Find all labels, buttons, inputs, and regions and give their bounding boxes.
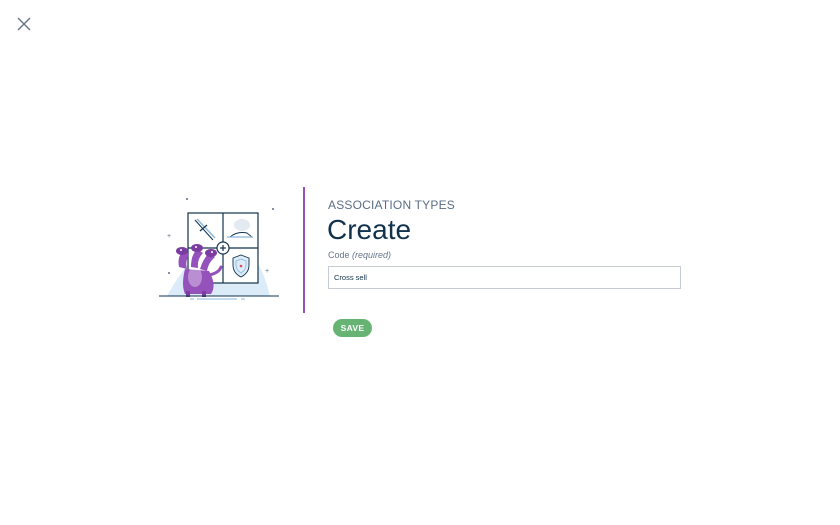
code-field-label: Code (required)	[328, 250, 391, 260]
code-input[interactable]	[328, 266, 681, 289]
association-types-illustration: + +	[159, 198, 279, 300]
save-button[interactable]: SAVE	[333, 319, 372, 337]
page-title: Create	[327, 214, 412, 245]
close-icon[interactable]	[15, 15, 33, 33]
svg-text:+: +	[265, 268, 269, 275]
vertical-divider	[303, 187, 305, 313]
svg-text:+: +	[167, 233, 171, 240]
code-label-text: Code	[328, 250, 350, 260]
breadcrumb: ASSOCIATION TYPES	[328, 198, 455, 212]
required-indicator: (required)	[352, 250, 392, 260]
